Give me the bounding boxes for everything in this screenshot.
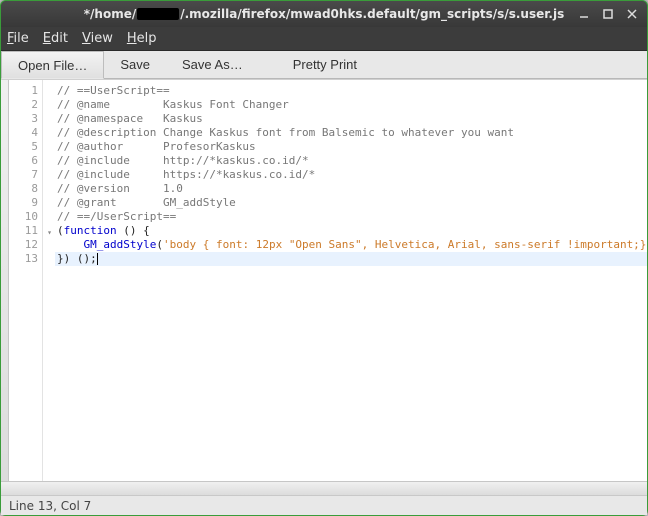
- open-file-button[interactable]: Open File…: [1, 51, 104, 79]
- code-token: (: [156, 238, 163, 251]
- code-line[interactable]: // @include http://*kaskus.co.id/*: [55, 154, 647, 168]
- code-line[interactable]: // @include https://*kaskus.co.id/*: [55, 168, 647, 182]
- toolbar-spacer: [259, 51, 277, 78]
- line-number: 8: [9, 182, 42, 196]
- code-token: 'body { font: 12px "Open Sans", Helvetic…: [163, 238, 647, 251]
- line-number: 10: [9, 210, 42, 224]
- title-prefix: */home/: [84, 7, 136, 21]
- line-number: 3: [9, 112, 42, 126]
- text-caret: [97, 253, 98, 265]
- menu-file[interactable]: File: [7, 31, 29, 46]
- code-line[interactable]: // ==/UserScript==: [55, 210, 647, 224]
- left-scroll-edge: [1, 80, 9, 481]
- code-token: function: [64, 224, 117, 237]
- code-line[interactable]: // @description Change Kaskus font from …: [55, 126, 647, 140]
- line-number: 6: [9, 154, 42, 168]
- app-window: */home/ /.mozilla/firefox/mwad0hks.defau…: [0, 0, 648, 516]
- code-token: // @grant GM_addStyle: [57, 196, 236, 209]
- pretty-print-button[interactable]: Pretty Print: [277, 51, 373, 78]
- cursor-position: Line 13, Col 7: [9, 499, 91, 513]
- line-number: 7: [9, 168, 42, 182]
- code-token: () {: [117, 224, 150, 237]
- code-token: // @description Change Kaskus font from …: [57, 126, 514, 139]
- line-number: 11▾: [9, 224, 42, 238]
- code-token: // @include https://*kaskus.co.id/*: [57, 168, 315, 181]
- fold-column: [43, 80, 55, 481]
- close-button[interactable]: [625, 7, 639, 21]
- code-token: }) ();: [57, 252, 97, 265]
- maximize-button[interactable]: [601, 7, 615, 21]
- minimize-button[interactable]: [577, 7, 591, 21]
- window-controls: [577, 1, 639, 27]
- redacted-username: [137, 8, 179, 20]
- line-number: 13: [9, 252, 42, 266]
- save-button[interactable]: Save: [104, 51, 166, 78]
- line-number: 5: [9, 140, 42, 154]
- code-line[interactable]: (function () {: [55, 224, 647, 238]
- code-token: GM_addStyle: [84, 238, 157, 251]
- code-line[interactable]: // @grant GM_addStyle: [55, 196, 647, 210]
- code-line[interactable]: // @version 1.0: [55, 182, 647, 196]
- save-as-button[interactable]: Save As…: [166, 51, 259, 78]
- menu-help[interactable]: Help: [127, 31, 157, 46]
- code-token: // @namespace Kaskus: [57, 112, 203, 125]
- code-line[interactable]: // @namespace Kaskus: [55, 112, 647, 126]
- horizontal-scrollbar[interactable]: [1, 481, 647, 495]
- code-line[interactable]: }) ();: [55, 252, 647, 266]
- menu-edit[interactable]: Edit: [43, 31, 68, 46]
- line-number: 1: [9, 84, 42, 98]
- line-number: 12: [9, 238, 42, 252]
- window-title: */home/ /.mozilla/firefox/mwad0hks.defau…: [7, 7, 641, 21]
- title-suffix: /.mozilla/firefox/mwad0hks.default/gm_sc…: [180, 7, 564, 21]
- menubar: File Edit View Help: [1, 27, 647, 51]
- code-token: [57, 238, 84, 251]
- code-token: // @include http://*kaskus.co.id/*: [57, 154, 309, 167]
- code-token: // @author ProfesorKaskus: [57, 140, 256, 153]
- editor[interactable]: 1234567891011▾1213 // ==UserScript==// @…: [1, 79, 647, 481]
- statusbar: Line 13, Col 7: [1, 495, 647, 515]
- code-line[interactable]: // ==UserScript==: [55, 84, 647, 98]
- line-number: 9: [9, 196, 42, 210]
- code-area[interactable]: // ==UserScript==// @name Kaskus Font Ch…: [55, 80, 647, 481]
- code-line[interactable]: GM_addStyle('body { font: 12px "Open San…: [55, 238, 647, 252]
- code-token: // @name Kaskus Font Changer: [57, 98, 289, 111]
- toolbar: Open File… Save Save As… Pretty Print: [1, 51, 647, 79]
- menu-view[interactable]: View: [82, 31, 113, 46]
- code-line[interactable]: // @author ProfesorKaskus: [55, 140, 647, 154]
- code-token: // @version 1.0: [57, 182, 183, 195]
- fold-marker-icon[interactable]: ▾: [47, 226, 52, 240]
- line-number: 2: [9, 98, 42, 112]
- code-line[interactable]: // @name Kaskus Font Changer: [55, 98, 647, 112]
- code-token: // ==UserScript==: [57, 84, 170, 97]
- line-number: 4: [9, 126, 42, 140]
- code-token: (: [57, 224, 64, 237]
- code-token: // ==/UserScript==: [57, 210, 176, 223]
- line-number-gutter: 1234567891011▾1213: [9, 80, 43, 481]
- titlebar[interactable]: */home/ /.mozilla/firefox/mwad0hks.defau…: [1, 1, 647, 27]
